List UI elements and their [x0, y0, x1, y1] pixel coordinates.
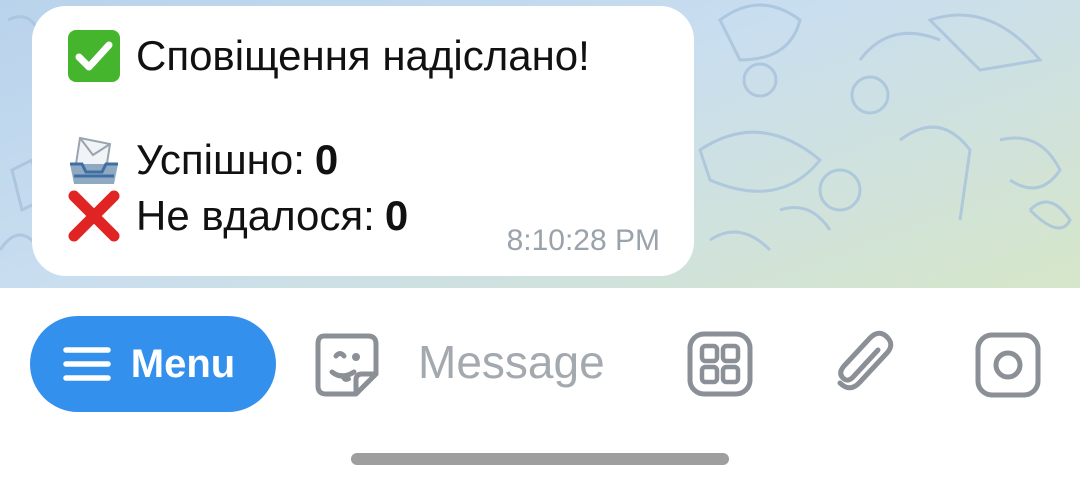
- inbox-tray-icon: [70, 136, 118, 184]
- message-input[interactable]: Message: [418, 330, 658, 394]
- check-mark-icon: [68, 30, 120, 82]
- bot-commands-icon[interactable]: [686, 330, 754, 398]
- cross-mark-icon: [68, 190, 120, 242]
- message-timestamp: 8:10:28 PM: [506, 224, 660, 257]
- message-title-line: Сповіщення надіслано!: [66, 28, 664, 84]
- failed-count: 0: [384, 192, 409, 239]
- menu-lines-icon: [63, 347, 111, 381]
- sticker-icon[interactable]: [310, 328, 384, 402]
- home-indicator[interactable]: [351, 453, 729, 465]
- success-label: Успішно:: [136, 136, 305, 183]
- success-count: 0: [314, 136, 339, 183]
- camera-icon[interactable]: [974, 331, 1042, 399]
- menu-button-label: Menu: [130, 341, 236, 386]
- success-line: Успішно: 0: [66, 132, 664, 188]
- message-bubble[interactable]: Сповіщення надіслано! Успішно: 0 Не вдал…: [32, 6, 694, 276]
- chat-background: Сповіщення надіслано! Успішно: 0 Не вдал…: [0, 0, 1080, 288]
- failed-label: Не вдалося:: [136, 192, 375, 239]
- message-title: Сповіщення надіслано!: [136, 32, 590, 79]
- attach-icon[interactable]: [832, 326, 896, 396]
- menu-button[interactable]: Menu: [30, 316, 276, 412]
